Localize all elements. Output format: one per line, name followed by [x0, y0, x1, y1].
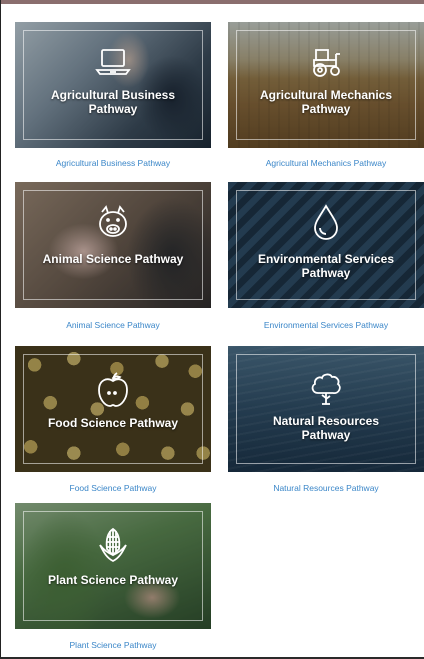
- caption-link-environmental-services[interactable]: Environmental Services Pathway: [228, 320, 424, 330]
- card-animal-science[interactable]: Animal Science Pathway: [15, 182, 211, 308]
- caption-link-agricultural-business[interactable]: Agricultural Business Pathway: [15, 158, 211, 168]
- apple-icon: [93, 370, 133, 410]
- caption-link-natural-resources[interactable]: Natural Resources Pathway: [228, 483, 424, 493]
- caption-link-food-science[interactable]: Food Science Pathway: [15, 483, 211, 493]
- pig-icon: [93, 202, 133, 242]
- card-title: Natural Resources Pathway: [272, 414, 380, 442]
- card-title: Agricultural Mechanics Pathway: [259, 88, 393, 116]
- card-food-science[interactable]: Food Science Pathway: [15, 346, 211, 472]
- water-drop-icon: [306, 202, 346, 242]
- card-title: Animal Science Pathway: [42, 252, 184, 266]
- caption-link-agricultural-mechanics[interactable]: Agricultural Mechanics Pathway: [228, 158, 424, 168]
- card-plant-science[interactable]: Plant Science Pathway: [15, 503, 211, 629]
- card-environmental-services[interactable]: Environmental Services Pathway: [228, 182, 424, 308]
- caption-link-animal-science[interactable]: Animal Science Pathway: [15, 320, 211, 330]
- laptop-icon: [93, 42, 133, 82]
- caption-link-plant-science[interactable]: Plant Science Pathway: [15, 640, 211, 650]
- card-title: Plant Science Pathway: [47, 573, 179, 587]
- top-bar: [0, 0, 424, 4]
- card-agricultural-mechanics[interactable]: Agricultural Mechanics Pathway: [228, 22, 424, 148]
- tractor-icon: [306, 42, 346, 82]
- corn-icon: [93, 525, 133, 565]
- card-title: Agricultural Business Pathway: [50, 88, 176, 116]
- card-title: Food Science Pathway: [47, 416, 179, 430]
- window-left-border: [0, 0, 1, 659]
- tree-icon: [306, 368, 346, 408]
- card-title: Environmental Services Pathway: [257, 252, 395, 280]
- card-natural-resources[interactable]: Natural Resources Pathway: [228, 346, 424, 472]
- card-agricultural-business[interactable]: Agricultural Business Pathway: [15, 22, 211, 148]
